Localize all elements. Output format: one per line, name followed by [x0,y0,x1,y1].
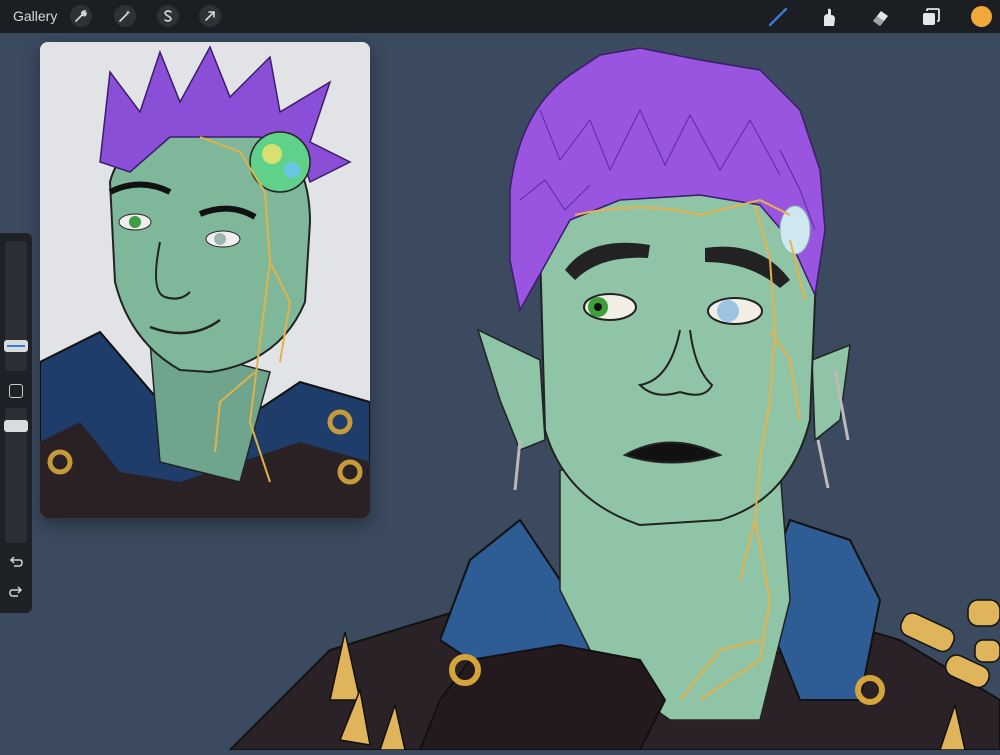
gallery-button[interactable]: Gallery [13,8,57,24]
brush-size-thumb[interactable] [4,340,28,352]
smudge-icon [824,8,835,26]
magic-wand-icon [119,10,131,22]
earring-left [513,439,522,491]
adjustments-button[interactable] [114,5,136,27]
active-color-swatch[interactable] [971,6,992,27]
redo-icon[interactable] [8,585,24,601]
layers-icon [923,8,940,25]
eraser-tool-button[interactable] [867,4,893,30]
actions-button[interactable] [70,5,92,27]
eraser-icon [873,11,888,26]
undo-icon[interactable] [8,555,24,571]
earring-right [816,439,830,489]
wrench-icon [75,10,87,22]
sidebar-panel [0,233,32,613]
transform-arrow-icon [205,11,215,21]
layers-button[interactable] [918,4,944,30]
brush-icon [768,7,788,27]
selection-s-icon [164,10,172,22]
transform-button[interactable] [199,5,221,27]
top-toolbar: Gallery [0,0,1000,33]
smudge-tool-button[interactable] [816,4,842,30]
ear-left [476,328,546,451]
reference-image-window[interactable] [40,42,370,518]
modify-button[interactable] [9,384,23,398]
opacity-thumb[interactable] [4,420,28,432]
selection-button[interactable] [157,5,179,27]
reference-portrait [40,42,370,518]
iris-right [717,300,739,322]
brush-size-indicator [7,345,25,347]
brush-tool-button[interactable] [765,4,791,30]
